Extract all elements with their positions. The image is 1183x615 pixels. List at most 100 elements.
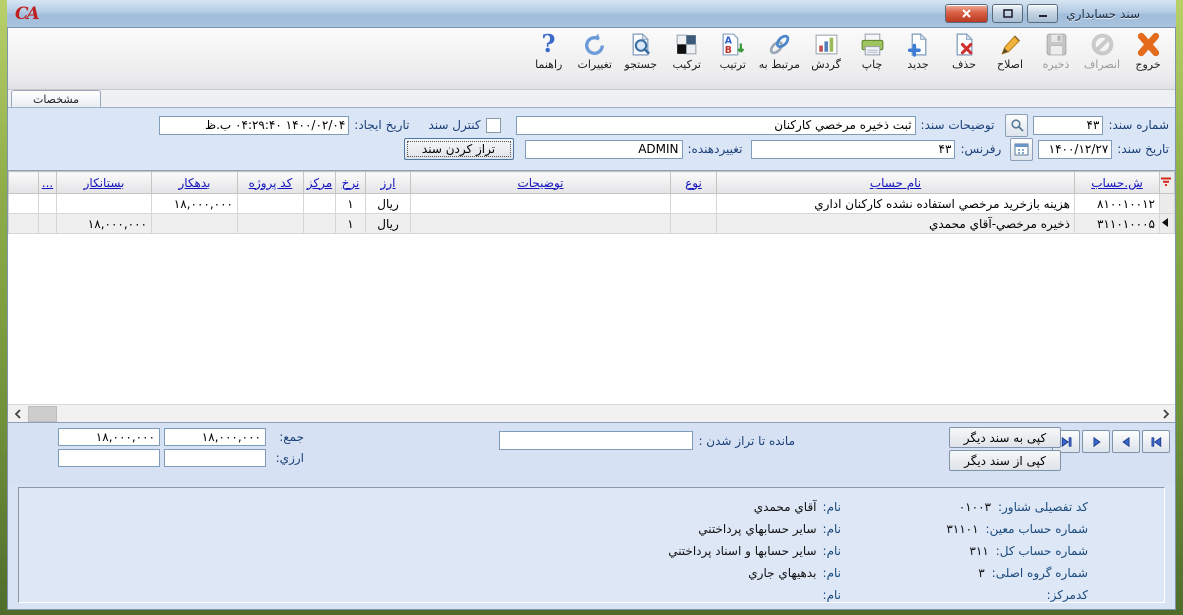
cell-type[interactable] — [671, 194, 717, 214]
cell-account-name[interactable]: هزينه بازخريد مرخصي استفاده نشده کارکنان… — [717, 194, 1075, 214]
cell-account-no[interactable]: ۸۱۰۰۱۰۰۱۲ — [1075, 194, 1160, 214]
sum-debit-value: ۱۸,۰۰۰,۰۰۰ — [164, 428, 266, 446]
scrollbar-thumb[interactable] — [28, 406, 57, 422]
minimize-icon — [1038, 9, 1048, 18]
cell-description[interactable] — [411, 214, 671, 234]
created-date-value — [159, 116, 349, 135]
order-button[interactable]: AB ترتيب — [710, 31, 756, 72]
record-navigator — [1052, 430, 1170, 453]
balance-document-button[interactable]: تراز کردن سند — [404, 138, 514, 160]
cell-rate[interactable]: ۱ — [336, 194, 366, 214]
edit-pencil-icon — [997, 32, 1024, 57]
currency-debit-value — [164, 449, 266, 467]
maximize-icon — [1003, 9, 1013, 18]
tab-specifications[interactable]: مشخصات — [11, 90, 101, 107]
footer-bar: کپی به سند دیگر کپی از سند دیگر مانده تا… — [8, 423, 1175, 484]
cell-project-code[interactable] — [238, 214, 304, 234]
info-row-general-account: شماره حساب کل:۳۱۱ نام:ساير حسابها و اسنا… — [19, 540, 1164, 562]
cell-account-name[interactable]: ذخيره مرخصي-آقاي محمدي — [717, 214, 1075, 234]
minimize-button[interactable] — [1027, 4, 1058, 23]
related-to-button[interactable]: مرتبط به — [756, 31, 803, 72]
scroll-left-button[interactable] — [8, 406, 27, 422]
cell-center[interactable] — [304, 194, 336, 214]
row-selector-current[interactable] — [1160, 214, 1175, 234]
compose-squares-icon — [673, 32, 700, 57]
accounting-document-window: CA سند حسابداري خروج انصراف — [0, 0, 1183, 615]
doc-number-input[interactable] — [1033, 116, 1103, 135]
edit-button[interactable]: اصلاح — [987, 31, 1033, 72]
search-icon — [627, 32, 654, 57]
reference-input[interactable] — [751, 140, 955, 159]
sum-credit-value: ۱۸,۰۰۰,۰۰۰ — [58, 428, 160, 446]
totals-block: جمع: ۱۸,۰۰۰,۰۰۰ ۱۸,۰۰۰,۰۰۰ ارزي: — [58, 428, 304, 467]
print-button[interactable]: چاپ — [849, 31, 895, 72]
reference-label: رفرنس: — [960, 142, 1001, 156]
delete-button[interactable]: حذف — [941, 31, 987, 72]
col-header-filler — [9, 172, 39, 194]
modifier-input[interactable] — [525, 140, 683, 159]
print-icon — [859, 32, 886, 57]
balance-remaining-input[interactable] — [499, 431, 693, 450]
calendar-button[interactable] — [1010, 138, 1033, 161]
nav-first-button[interactable] — [1142, 430, 1170, 453]
row-selector[interactable] — [1160, 194, 1175, 214]
filter-header-cell[interactable] — [1160, 172, 1175, 194]
cell-description[interactable] — [411, 194, 671, 214]
doc-desc-input[interactable] — [516, 116, 916, 135]
svg-text:?: ? — [542, 32, 556, 57]
help-button[interactable]: ? راهنما — [526, 31, 572, 72]
col-header-center: مرکز — [304, 172, 336, 194]
cell-more[interactable] — [39, 214, 57, 234]
save-button: ذخيره — [1033, 31, 1079, 72]
cell-center[interactable] — [304, 214, 336, 234]
document-form: شماره سند: توضيحات سند: کنترل سند تاريخ … — [8, 108, 1175, 170]
new-button[interactable]: جديد — [895, 31, 941, 72]
exit-icon — [1135, 32, 1162, 57]
currency-credit-value — [58, 449, 160, 467]
exit-button[interactable]: خروج — [1125, 31, 1171, 72]
help-icon: ? — [535, 32, 562, 57]
cell-credit[interactable] — [57, 194, 152, 214]
grid-row-2[interactable]: ۳۱۱۰۱۰۰۰۵ ذخيره مرخصي-آقاي محمدي ريال ۱ … — [9, 214, 1175, 234]
scroll-right-button[interactable] — [1156, 406, 1175, 422]
col-header-credit: بستانکار — [57, 172, 152, 194]
grid-horizontal-scrollbar[interactable] — [8, 404, 1175, 422]
copy-from-document-button[interactable]: کپی از سند دیگر — [949, 450, 1061, 471]
copy-to-document-button[interactable]: کپی به سند دیگر — [949, 427, 1061, 448]
info-row-floating-detail: کد تفصيلی شناور:۰۱۰۰۳ نام:آقاي محمدي — [19, 496, 1164, 518]
cell-more[interactable] — [39, 194, 57, 214]
nav-next-button[interactable] — [1082, 430, 1110, 453]
doc-date-input[interactable] — [1038, 140, 1112, 159]
close-button[interactable] — [945, 4, 988, 23]
cell-credit[interactable]: ۱۸,۰۰۰,۰۰۰ — [57, 214, 152, 234]
nav-previous-icon — [1119, 436, 1134, 448]
grid-row-1[interactable]: ۸۱۰۰۱۰۰۱۲ هزينه بازخريد مرخصي استفاده نش… — [9, 194, 1175, 214]
current-record-marker-icon — [1160, 217, 1170, 228]
cell-rate[interactable]: ۱ — [336, 214, 366, 234]
cell-debit[interactable]: ۱۸,۰۰۰,۰۰۰ — [152, 194, 238, 214]
refresh-icon — [581, 32, 608, 57]
doc-lookup-button[interactable] — [1005, 114, 1028, 137]
info-row-center-code: کدمرکز: نام: — [19, 584, 1164, 606]
nav-previous-button[interactable] — [1112, 430, 1140, 453]
cell-account-no[interactable]: ۳۱۱۰۱۰۰۰۵ — [1075, 214, 1160, 234]
control-doc-checkbox[interactable] — [486, 118, 501, 133]
doc-desc-label: توضيحات سند: — [921, 118, 995, 132]
bar-chart-icon — [813, 32, 840, 57]
changes-button[interactable]: تغييرات — [572, 31, 618, 72]
titlebar: CA سند حسابداري — [7, 0, 1176, 28]
maximize-button[interactable] — [992, 4, 1023, 23]
search-button[interactable]: جستجو — [618, 31, 664, 72]
compose-button[interactable]: ترکيب — [664, 31, 710, 72]
cell-currency[interactable]: ريال — [366, 194, 411, 214]
cell-currency[interactable]: ريال — [366, 214, 411, 234]
cell-debit[interactable] — [152, 214, 238, 234]
cell-type[interactable] — [671, 214, 717, 234]
turnover-button[interactable]: گردش — [803, 31, 849, 72]
calendar-icon — [1014, 142, 1029, 156]
delete-icon — [951, 32, 978, 57]
save-icon — [1043, 32, 1070, 57]
new-icon — [905, 32, 932, 57]
cell-project-code[interactable] — [238, 194, 304, 214]
sum-label: جمع: — [270, 430, 304, 444]
